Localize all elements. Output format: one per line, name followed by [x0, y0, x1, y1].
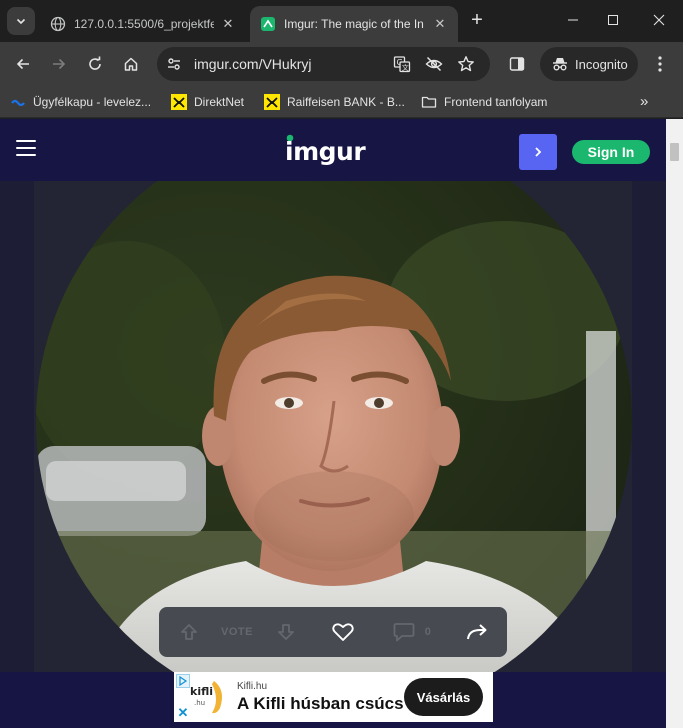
arrow-left-icon — [16, 58, 29, 70]
ad-cta-button[interactable]: Vásárlás — [404, 678, 483, 716]
comment-icon — [393, 623, 415, 642]
close-window-button[interactable] — [644, 8, 674, 32]
translate-icon[interactable]: G文 — [393, 55, 411, 73]
minimize-icon — [568, 19, 578, 21]
logo-text: imgur — [285, 137, 366, 166]
tab-imgur[interactable]: Imgur: The magic of the In ✕ — [250, 6, 458, 42]
heart-icon — [332, 623, 354, 641]
incognito-label: Incognito — [575, 56, 628, 72]
bookmarks-bar: Ügyfélkapu - levelez... DirektNet Raiffe… — [0, 86, 683, 118]
ad-headline: A Kifli húsban csúcs — [237, 694, 404, 713]
new-tab-button[interactable]: + — [465, 9, 489, 33]
eye-off-icon[interactable] — [425, 55, 443, 73]
tab-localhost[interactable]: 127.0.0.1:5500/6_projektfe ✕ — [40, 6, 246, 42]
upvote-button[interactable] — [177, 620, 201, 644]
arrow-right-icon — [53, 58, 66, 70]
tab-title: Imgur: The magic of the In — [284, 17, 424, 31]
url-text: imgur.com/VHukryj — [194, 56, 312, 72]
bookmark-label: Frontend tanfolyam — [444, 95, 548, 109]
svg-text:文: 文 — [402, 63, 409, 72]
post-image[interactable] — [36, 181, 632, 672]
more-vert-icon — [658, 56, 662, 72]
tab-title: 127.0.0.1:5500/6_projektfe — [74, 17, 214, 31]
post-content-area — [0, 181, 666, 672]
comment-count: 0 — [424, 626, 432, 638]
kifli-logo-text: kifli — [190, 685, 213, 698]
maximize-button[interactable] — [598, 8, 628, 32]
web-page: imgur Sign In VOTE 0 ✕ kifli .hu Kifli.h… — [0, 119, 683, 728]
favorite-button[interactable] — [330, 620, 356, 644]
imgur-logo[interactable]: imgur — [284, 129, 374, 169]
raiffeisen-icon — [171, 94, 187, 110]
minimize-button[interactable] — [558, 8, 588, 32]
vote-label: VOTE — [221, 626, 253, 638]
bookmark-direktnet[interactable]: DirektNet — [171, 93, 244, 111]
close-icon[interactable]: ✕ — [220, 16, 236, 32]
share-arrow-icon — [467, 624, 487, 640]
side-panel-icon — [509, 57, 525, 71]
chevron-right-icon — [535, 147, 542, 157]
chevron-down-icon — [16, 18, 26, 25]
tab-search-button[interactable] — [7, 7, 35, 35]
bookmark-frontend-folder[interactable]: Frontend tanfolyam — [421, 93, 547, 111]
page-scrollbar[interactable] — [666, 119, 683, 728]
bookmark-label: Ügyfélkapu - levelez... — [33, 95, 152, 109]
raiffeisen-icon — [264, 94, 280, 110]
folder-icon — [421, 94, 437, 110]
advertisement-banner[interactable]: ✕ kifli .hu Kifli.hu A Kifli húsban csúc… — [174, 672, 493, 722]
maximize-icon — [608, 15, 618, 25]
address-bar[interactable]: imgur.com/VHukryj G文 — [157, 47, 490, 81]
reload-icon — [89, 56, 101, 70]
comment-button[interactable] — [391, 620, 417, 644]
ad-domain: Kifli.hu — [237, 681, 268, 692]
star-icon[interactable] — [457, 55, 475, 73]
scrollbar-thumb[interactable] — [670, 143, 679, 161]
bookmarks-overflow-button[interactable]: » — [640, 93, 648, 110]
share-button[interactable] — [464, 620, 490, 644]
imgur-favicon — [260, 16, 276, 32]
kifli-logo-sub: .hu — [194, 699, 205, 707]
ugyfelkapu-icon — [10, 94, 26, 110]
ad-choices-icon[interactable] — [176, 674, 190, 688]
close-icon[interactable]: ✕ — [432, 16, 448, 32]
hamburger-menu-icon[interactable] — [16, 140, 36, 156]
close-ad-icon[interactable]: ✕ — [176, 706, 190, 720]
home-button[interactable] — [117, 50, 145, 78]
next-post-button[interactable] — [519, 134, 557, 170]
forward-button[interactable] — [45, 50, 73, 78]
globe-icon — [50, 16, 66, 32]
bookmark-label: Raiffeisen BANK - B... — [287, 95, 405, 109]
browser-toolbar: imgur.com/VHukryj G文 Incognito — [0, 42, 683, 86]
site-info-icon[interactable] — [165, 55, 183, 73]
close-icon — [653, 14, 665, 26]
back-button[interactable] — [9, 50, 37, 78]
arrow-up-icon — [181, 624, 197, 640]
incognito-icon — [553, 58, 567, 71]
downvote-button[interactable] — [274, 620, 298, 644]
sign-in-button[interactable]: Sign In — [572, 140, 650, 164]
incognito-badge[interactable]: Incognito — [540, 47, 638, 81]
bookmark-raiffeisen[interactable]: Raiffeisen BANK - B... — [264, 93, 405, 111]
bookmark-label: DirektNet — [194, 95, 245, 109]
post-action-bar: VOTE 0 — [159, 607, 507, 657]
reload-button[interactable] — [81, 50, 109, 78]
side-panel-button[interactable] — [506, 53, 528, 75]
browser-menu-button[interactable] — [648, 52, 672, 76]
tab-strip: 127.0.0.1:5500/6_projektfe ✕ Imgur: The … — [0, 0, 683, 42]
kifli-logo: kifli .hu — [190, 681, 222, 714]
imgur-header: imgur Sign In — [0, 119, 666, 181]
bookmark-ugyfelkapu[interactable]: Ügyfélkapu - levelez... — [10, 93, 151, 111]
home-icon — [124, 57, 138, 71]
arrow-down-icon — [278, 624, 294, 640]
